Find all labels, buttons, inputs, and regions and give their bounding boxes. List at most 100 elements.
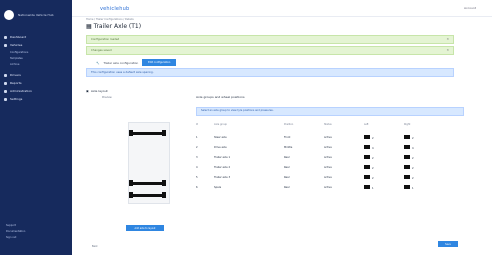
sidebar-item-reports[interactable]: Reports [4,80,68,86]
row-group: Trailer axle 1 [214,155,231,159]
left-count: 1 [372,186,374,190]
right-count: 4 [412,146,414,150]
row-right: 2 [404,134,444,140]
success-alert: Configuration loaded ✕ [86,35,454,44]
reports-icon [4,81,7,85]
th-status: Status [324,123,332,126]
layout-icon: ▣ [86,89,89,93]
close-icon[interactable]: ✕ [446,48,449,52]
table-info-banner: Select an axle group to view tyre positi… [196,107,464,116]
sidebar-item-administration[interactable]: Administration [4,88,68,94]
right-count: 2 [412,136,414,140]
tire-icon [364,164,370,169]
tire-icon [364,174,370,179]
axle-table: Axle groups and wheel positions Select a… [196,95,466,190]
alert-text: Configuration loaded [91,37,120,41]
sidebar-item-vehicles[interactable]: Vehicles [4,42,68,48]
account-menu[interactable]: Account [464,6,476,10]
top-bar: vehiclehub Account [72,0,492,17]
section-title-text: Axle layout [90,89,108,93]
table-row[interactable]: 6 Spare Rear Active 1 1 [196,183,462,191]
table-row[interactable]: 4 Trailer axle 2 Rear Active 2 2 [196,163,462,171]
sidebar-item-label: Reports [10,81,22,85]
back-link[interactable]: Back [92,245,98,248]
row-status: Active [324,145,332,149]
gear-icon [4,97,7,101]
row-index: 1 [196,135,198,139]
tire-icon [364,184,370,189]
wheel-icon [162,180,166,186]
left-count: 2 [372,176,374,180]
row-index: 6 [196,185,198,189]
row-right: 2 [404,174,444,180]
tire-icon [404,174,410,179]
sidebar-item-settings[interactable]: Settings [4,96,68,102]
left-count: 2 [372,136,374,140]
table-row[interactable]: 3 Trailer axle 1 Rear Active 2 2 [196,153,462,161]
sidebar-subitem-archive[interactable]: Archive [10,62,68,67]
axle-line [132,182,162,185]
sidebar-bottom-support[interactable]: Support [6,224,66,228]
row-left: 1 [364,184,404,190]
row-group: Steer axle [214,135,227,139]
row-left: 2 [364,174,404,180]
brand-logo [4,10,14,20]
table-row[interactable]: 1 Steer axle Front Active 2 2 [196,133,462,141]
row-position: Front [284,135,291,139]
row-position: Rear [284,155,290,159]
row-index: 3 [196,155,198,159]
tire-icon [364,144,370,149]
row-index: 2 [196,145,198,149]
close-icon[interactable]: ✕ [446,37,449,41]
left-count: 4 [372,146,374,150]
table-row[interactable]: 2 Drive axle Middle Active 4 4 [196,143,462,151]
info-banner: This configuration uses a default axle s… [86,68,454,77]
breadcrumb[interactable]: Home / Trailer Configurations / Details [86,18,134,21]
sidebar-subitem-configurations[interactable]: Configurations [10,50,68,55]
row-group: Spare [214,185,222,189]
th-position: Position [284,123,294,126]
row-left: 2 [364,134,404,140]
vehicle-icon [4,43,7,47]
sidebar: Nationwide Vehicle Hub Dashboard Vehicle… [0,0,72,255]
sidebar-item-drivers[interactable]: Drivers [4,72,68,78]
row-index: 5 [196,175,198,179]
add-axle-button[interactable]: Add axle to layout [126,225,164,231]
table-heading: Axle groups and wheel positions [196,95,245,99]
edit-configuration-button[interactable]: Edit configuration [142,59,177,66]
sidebar-bottom-docs[interactable]: Documentation [6,230,66,234]
row-right: 4 [404,144,444,150]
app-screen: Nationwide Vehicle Hub Dashboard Vehicle… [0,0,492,255]
row-right: 2 [404,164,444,170]
sidebar-subitem-label: Templates [10,57,23,60]
sidebar-item-dashboard[interactable]: Dashboard [4,34,68,40]
tire-icon [364,134,370,139]
sidebar-subitem-label: Archive [10,63,20,66]
right-count: 2 [412,166,414,170]
table-banner-text: Select an axle group to view tyre positi… [201,109,274,112]
sidebar-item-label: Vehicles [10,43,23,47]
drivers-icon [4,73,7,77]
brand-text: Nationwide Vehicle Hub [18,13,54,17]
row-position: Rear [284,185,290,189]
sidebar-subitem-templates[interactable]: Templates [10,56,68,61]
right-count: 2 [412,156,414,160]
wheel-icon [129,130,133,136]
save-button[interactable]: Save [438,241,458,247]
row-left: 2 [364,164,404,170]
tire-icon [404,184,410,189]
sidebar-brand[interactable]: Nationwide Vehicle Hub [4,5,70,25]
alert-text: Changes saved [91,48,112,52]
wrench-icon: 🔧 [96,60,100,65]
app-logo[interactable]: vehiclehub [100,6,129,12]
row-group: Trailer axle 3 [214,175,231,179]
table-row[interactable]: 5 Trailer axle 3 Rear Active 2 2 [196,173,462,181]
th-index: # [196,123,199,126]
row-status: Active [324,165,332,169]
page-title-text: Trailer Axle (T1) [93,23,142,30]
tire-icon [404,134,410,139]
left-count: 2 [372,156,374,160]
tire-icon [404,144,410,149]
axle-preview-panel: Preview [102,96,182,216]
sidebar-bottom-signout[interactable]: Sign out [6,236,66,240]
